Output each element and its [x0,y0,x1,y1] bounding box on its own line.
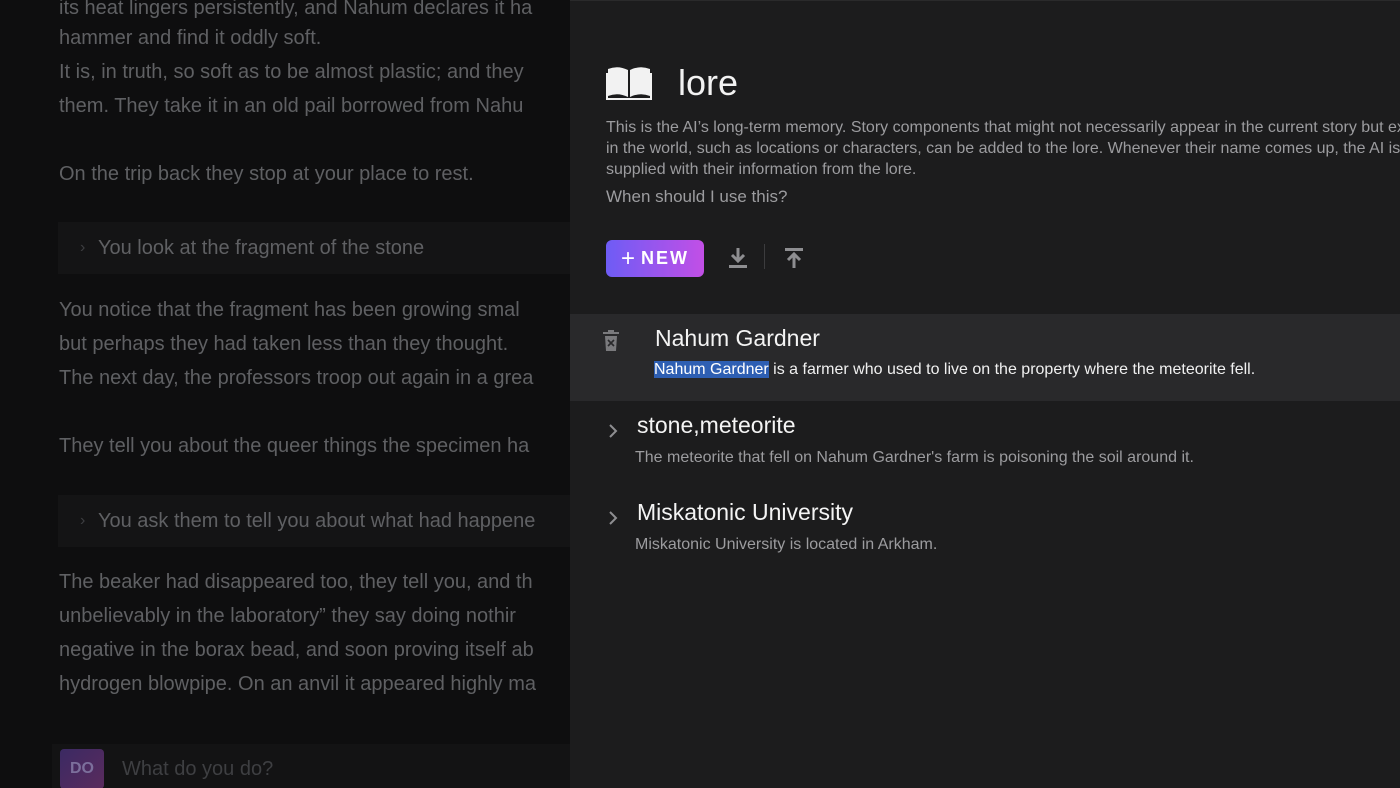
trash-icon[interactable] [602,330,620,352]
story-text: hammer and find it oddly soft. [59,27,322,49]
lore-panel: lore This is the AI’s long-term memory. … [570,0,1400,788]
lore-entry[interactable]: stone,meteorite The meteorite that fell … [570,412,1400,492]
lore-entry-text: The meteorite that fell on Nahum Gardner… [635,449,1194,466]
upload-icon[interactable] [781,245,807,271]
story-text: You notice that the fragment has been gr… [59,299,520,321]
chevron-right-icon: › [80,239,86,256]
action-text: You ask them to tell you about what had … [98,510,536,532]
lore-entry-name[interactable]: Nahum Gardner [655,325,820,352]
action-row[interactable]: › You ask them to tell you about what ha… [58,495,570,547]
lore-entry-text: Miskatonic University is located in Arkh… [635,536,938,553]
chevron-right-icon [609,424,618,438]
panel-border [570,0,1400,1]
story-text: them. They take it in an old pail borrow… [59,95,524,117]
plus-icon: + [620,244,635,272]
chevron-right-icon [609,511,618,525]
lore-entry-name: stone,meteorite [637,412,796,438]
toolbar-divider [764,244,765,269]
story-text: negative in the borax bead, and soon pro… [59,639,534,661]
story-text: unbelievably in the laboratory” they say… [59,605,516,627]
action-input[interactable] [120,756,524,782]
lore-entry-text-rest: is a farmer who used to live on the prop… [768,361,1256,378]
lore-entry-text[interactable]: Nahum Gardner is a farmer who used to li… [654,361,1255,379]
chevron-right-icon: › [80,512,86,529]
help-link[interactable]: When should I use this? [606,187,787,207]
story-text: On the trip back they stop at your place… [59,163,474,185]
new-button-label: NEW [641,248,689,268]
text-selection: Nahum Gardner [654,361,769,378]
story-text: It is, in truth, so soft as to be almost… [59,61,524,83]
book-icon [606,67,652,100]
action-input-bar: DO [52,744,570,788]
story-text: The next day, the professors troop out a… [59,367,534,389]
page-title: lore [678,62,739,103]
download-icon[interactable] [725,245,751,271]
lore-entry[interactable]: Miskatonic University Miskatonic Univers… [570,499,1400,579]
story-text: but perhaps they had taken less than the… [59,333,509,355]
story-text: The beaker had disappeared too, they tel… [59,571,533,593]
action-text: You look at the fragment of the stone [98,237,425,259]
lore-description: This is the AI’s long-term memory. Story… [606,119,1400,178]
input-mode-button[interactable]: DO [60,749,104,788]
lore-entry-expanded[interactable]: Nahum Gardner Nahum Gardner is a farmer … [570,314,1400,401]
story-text: They tell you about the queer things the… [59,435,530,457]
action-row[interactable]: › You look at the fragment of the stone [58,222,570,274]
story-panel: its heat lingers persistently, and Nahum… [0,0,570,788]
new-entry-button[interactable]: + NEW [606,240,704,277]
story-text: hydrogen blowpipe. On an anvil it appear… [59,673,536,695]
lore-entry-name: Miskatonic University [637,499,853,525]
